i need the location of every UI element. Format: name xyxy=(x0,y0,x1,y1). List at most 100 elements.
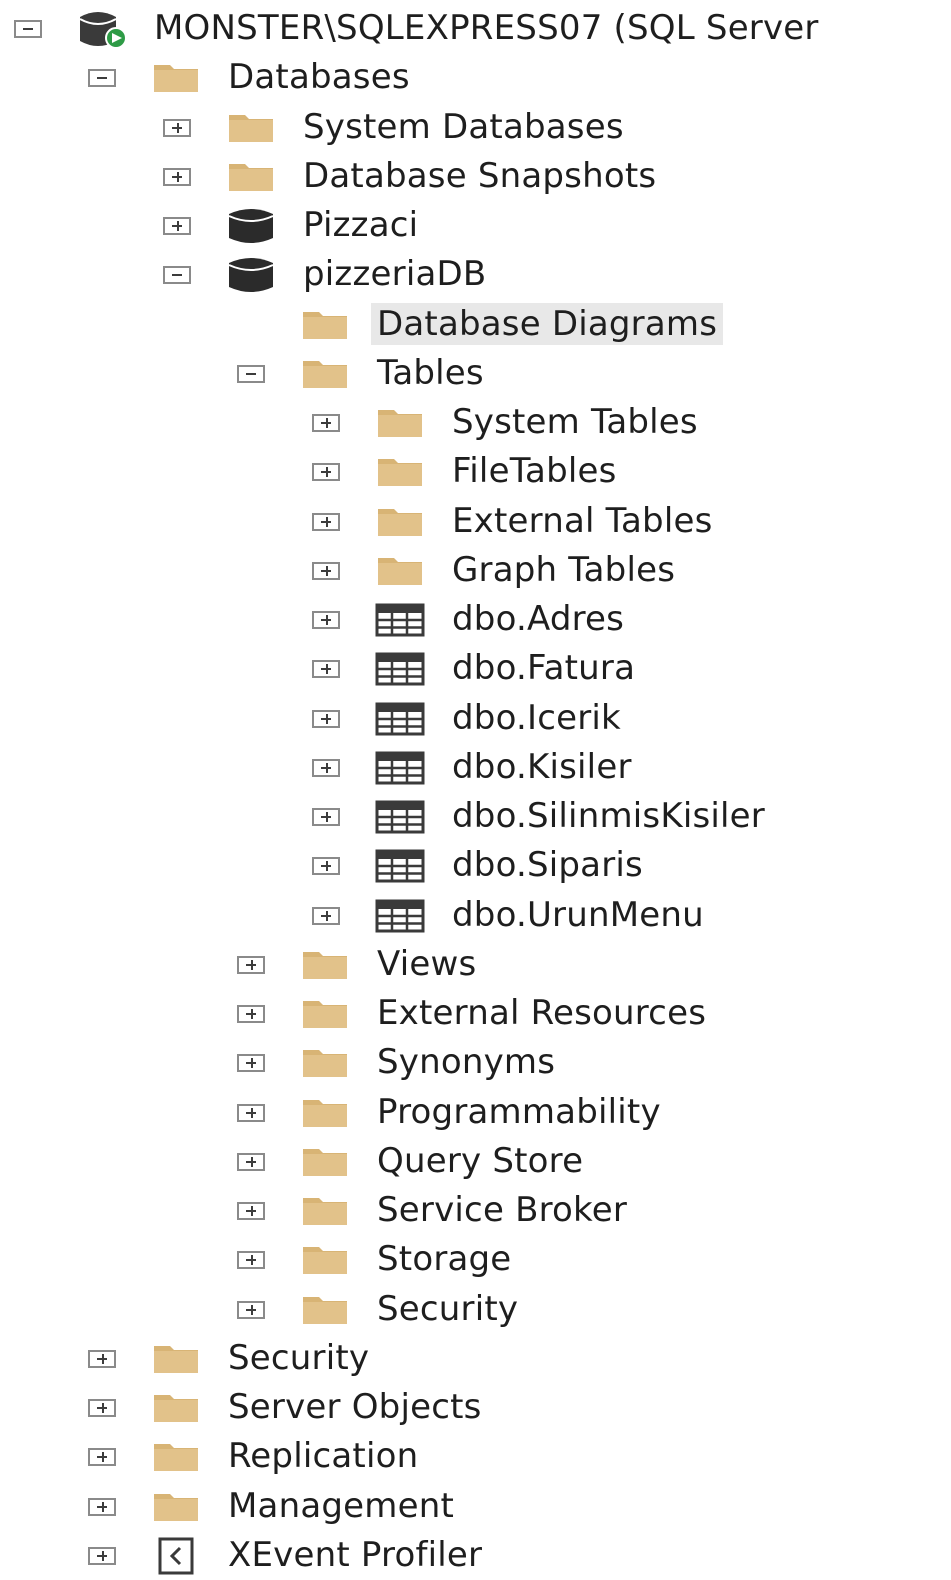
folder-icon xyxy=(299,305,351,345)
tree-node-graph-tables[interactable]: Graph Tables xyxy=(0,546,951,595)
tree-node-db-security[interactable]: Security xyxy=(0,1285,951,1334)
tree-node-pizzaci[interactable]: Pizzaci xyxy=(0,201,951,250)
expand-toggle[interactable] xyxy=(237,1005,265,1023)
tree-node-service-broker[interactable]: Service Broker xyxy=(0,1186,951,1235)
node-label-service-broker[interactable]: Service Broker xyxy=(371,1189,633,1231)
tree-node-pizzeriadb[interactable]: pizzeriaDB xyxy=(0,250,951,299)
node-label-storage[interactable]: Storage xyxy=(371,1238,517,1280)
expand-toggle[interactable] xyxy=(88,1349,116,1368)
tree-node-dbo-icerik[interactable]: dbo.Icerik xyxy=(0,694,951,743)
node-label-query-store[interactable]: Query Store xyxy=(371,1140,589,1182)
expand-toggle[interactable] xyxy=(237,1202,265,1220)
tree-node-server[interactable]: MONSTER\SQLEXPRESS07 (SQL Server xyxy=(0,4,951,53)
expand-toggle[interactable] xyxy=(312,463,340,482)
tree-node-management[interactable]: Management xyxy=(0,1482,951,1531)
expand-toggle[interactable] xyxy=(237,955,265,974)
node-label-dbo-siparis[interactable]: dbo.Siparis xyxy=(446,844,649,886)
tree-node-databases[interactable]: Databases xyxy=(0,53,951,102)
node-label-xevent-profiler[interactable]: XEvent Profiler xyxy=(222,1534,488,1576)
node-label-management[interactable]: Management xyxy=(222,1485,460,1527)
tree-node-xevent-profiler[interactable]: XEvent Profiler xyxy=(0,1531,951,1580)
tree-node-dbo-silinmiskisiler[interactable]: dbo.SilinmisKisiler xyxy=(0,792,951,841)
expand-toggle[interactable] xyxy=(312,561,340,580)
table-icon xyxy=(374,797,426,837)
node-label-databases[interactable]: Databases xyxy=(222,56,416,98)
tree-node-replication[interactable]: Replication xyxy=(0,1432,951,1481)
node-label-tables[interactable]: Tables xyxy=(371,352,490,394)
node-label-synonyms[interactable]: Synonyms xyxy=(371,1041,561,1083)
expand-toggle[interactable] xyxy=(88,1546,116,1565)
node-label-pizzeriadb[interactable]: pizzeriaDB xyxy=(297,253,492,295)
tree-node-system-databases[interactable]: System Databases xyxy=(0,103,951,152)
node-label-database-diagrams[interactable]: Database Diagrams xyxy=(371,302,724,345)
tree-node-external-resources[interactable]: External Resources xyxy=(0,989,951,1038)
expand-toggle[interactable] xyxy=(312,660,340,679)
node-label-pizzaci[interactable]: Pizzaci xyxy=(297,204,424,246)
expand-toggle[interactable] xyxy=(312,414,340,432)
node-label-views[interactable]: Views xyxy=(371,943,482,985)
tree-node-server-objects[interactable]: Server Objects xyxy=(0,1383,951,1432)
table-icon xyxy=(374,649,426,689)
expand-toggle[interactable] xyxy=(312,512,340,531)
expand-toggle[interactable] xyxy=(312,808,340,826)
expand-toggle[interactable] xyxy=(163,167,191,186)
node-label-server[interactable]: MONSTER\SQLEXPRESS07 (SQL Server xyxy=(148,7,825,49)
expand-toggle[interactable] xyxy=(88,1448,116,1467)
tree-node-dbo-urunmenu[interactable]: dbo.UrunMenu xyxy=(0,891,951,940)
node-label-dbo-icerik[interactable]: dbo.Icerik xyxy=(446,697,627,739)
node-label-dbo-kisiler[interactable]: dbo.Kisiler xyxy=(446,746,638,788)
tree-node-dbo-fatura[interactable]: dbo.Fatura xyxy=(0,644,951,693)
expand-toggle[interactable] xyxy=(237,1300,265,1319)
expand-toggle[interactable] xyxy=(237,1103,265,1122)
expand-toggle[interactable] xyxy=(88,1399,116,1417)
collapse-toggle[interactable] xyxy=(237,364,265,383)
node-label-external-resources[interactable]: External Resources xyxy=(371,992,712,1034)
node-label-database-snapshots[interactable]: Database Snapshots xyxy=(297,155,662,197)
node-label-graph-tables[interactable]: Graph Tables xyxy=(446,549,681,591)
tree-node-database-diagrams[interactable]: Database Diagrams xyxy=(0,300,951,349)
node-label-dbo-silinmiskisiler[interactable]: dbo.SilinmisKisiler xyxy=(446,795,771,837)
tree-node-storage[interactable]: Storage xyxy=(0,1235,951,1284)
tree-node-system-tables[interactable]: System Tables xyxy=(0,398,951,447)
expand-toggle[interactable] xyxy=(312,906,340,925)
node-label-dbo-fatura[interactable]: dbo.Fatura xyxy=(446,647,641,689)
node-label-replication[interactable]: Replication xyxy=(222,1435,424,1477)
tree-node-database-snapshots[interactable]: Database Snapshots xyxy=(0,152,951,201)
tree-node-dbo-adres[interactable]: dbo.Adres xyxy=(0,595,951,644)
collapse-toggle[interactable] xyxy=(88,69,116,88)
folder-icon xyxy=(299,994,351,1034)
node-label-programmability[interactable]: Programmability xyxy=(371,1091,667,1133)
node-label-external-tables[interactable]: External Tables xyxy=(446,500,719,542)
expand-toggle[interactable] xyxy=(312,611,340,629)
node-label-system-databases[interactable]: System Databases xyxy=(297,106,630,148)
node-label-db-security[interactable]: Security xyxy=(371,1288,524,1330)
node-label-security[interactable]: Security xyxy=(222,1337,375,1379)
node-label-filetables[interactable]: FileTables xyxy=(446,450,623,492)
tree-node-dbo-kisiler[interactable]: dbo.Kisiler xyxy=(0,743,951,792)
tree-node-views[interactable]: Views xyxy=(0,940,951,989)
collapse-toggle[interactable] xyxy=(163,266,191,285)
expand-toggle[interactable] xyxy=(312,758,340,777)
tree-node-external-tables[interactable]: External Tables xyxy=(0,497,951,546)
node-label-dbo-urunmenu[interactable]: dbo.UrunMenu xyxy=(446,894,710,936)
tree-node-dbo-siparis[interactable]: dbo.Siparis xyxy=(0,841,951,890)
expand-toggle[interactable] xyxy=(88,1497,116,1516)
tree-node-filetables[interactable]: FileTables xyxy=(0,447,951,496)
collapse-toggle[interactable] xyxy=(14,20,42,38)
expand-toggle[interactable] xyxy=(312,709,340,728)
tree-node-query-store[interactable]: Query Store xyxy=(0,1137,951,1186)
expand-toggle[interactable] xyxy=(163,118,191,137)
tree-node-programmability[interactable]: Programmability xyxy=(0,1088,951,1137)
expand-toggle[interactable] xyxy=(237,1251,265,1270)
tree-node-tables[interactable]: Tables xyxy=(0,349,951,398)
node-label-system-tables[interactable]: System Tables xyxy=(446,401,704,443)
table-icon xyxy=(374,846,426,886)
node-label-server-objects[interactable]: Server Objects xyxy=(222,1386,488,1428)
tree-node-security[interactable]: Security xyxy=(0,1334,951,1383)
expand-toggle[interactable] xyxy=(312,857,340,876)
tree-node-synonyms[interactable]: Synonyms xyxy=(0,1038,951,1087)
expand-toggle[interactable] xyxy=(163,217,191,235)
expand-toggle[interactable] xyxy=(237,1152,265,1171)
node-label-dbo-adres[interactable]: dbo.Adres xyxy=(446,598,630,640)
expand-toggle[interactable] xyxy=(237,1054,265,1073)
